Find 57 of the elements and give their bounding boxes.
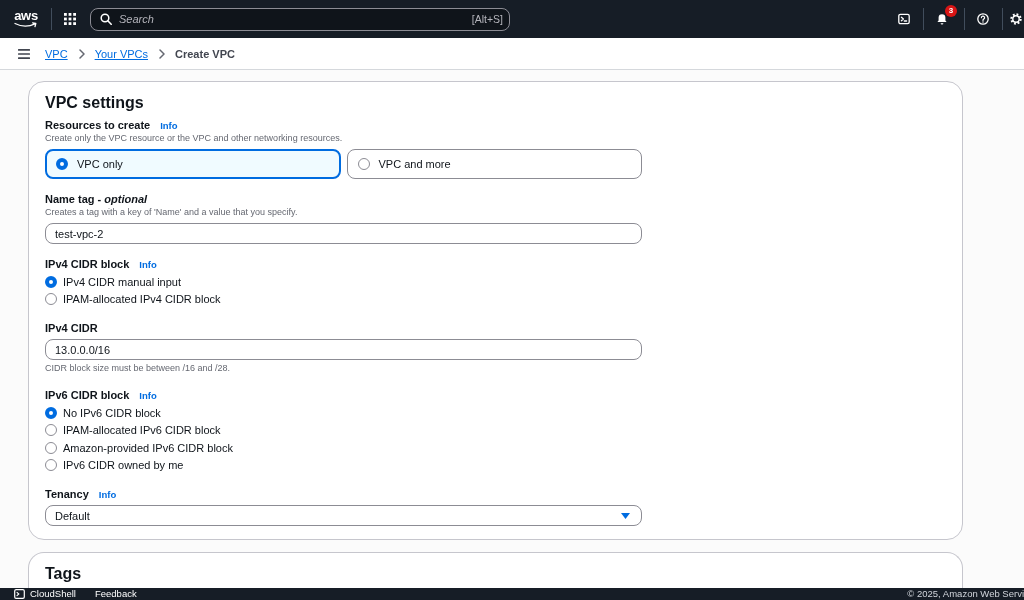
radio-option[interactable]: IPAM-allocated IPv6 CIDR block <box>45 421 221 439</box>
field-label: Name tag - optional <box>45 193 148 206</box>
radio-icon[interactable] <box>45 406 57 419</box>
caret-down-icon <box>621 512 630 519</box>
breadcrumb-link[interactable]: Your VPCs <box>94 47 149 60</box>
cloudshell-link[interactable]: CloudShell <box>30 588 76 600</box>
card-title: Tags <box>45 564 82 584</box>
text-field[interactable]: test-vpc-2 <box>45 223 642 244</box>
info-link[interactable]: Info <box>98 488 117 501</box>
field-label: IPv4 CIDR block <box>45 258 130 271</box>
chevron-right-icon <box>159 48 166 59</box>
radio-icon[interactable] <box>45 424 57 437</box>
field-description: Create only the VPC resource or the VPC and other networking resources. <box>45 132 343 145</box>
radio-option[interactable]: Amazon-provided IPv6 CIDR block <box>45 439 233 457</box>
radio-icon <box>357 158 370 170</box>
radio-icon[interactable] <box>45 441 57 454</box>
text-field[interactable]: 13.0.0.0/16 <box>45 339 642 360</box>
option-tile[interactable]: VPC only <box>45 149 341 179</box>
search-field[interactable]: Search [Alt+S] <box>90 7 510 31</box>
menu-icon[interactable] <box>18 48 30 59</box>
info-link[interactable]: Info <box>160 119 178 132</box>
radio-option[interactable]: IPv6 CIDR owned by me <box>45 456 184 474</box>
terminal-icon[interactable] <box>14 589 25 599</box>
notification-badge: 3 <box>945 5 957 17</box>
breadcrumb-link[interactable]: VPC <box>45 47 68 60</box>
settings-icon[interactable] <box>1010 13 1022 25</box>
field-label: IPv4 CIDR <box>45 322 98 335</box>
info-link[interactable]: Info <box>139 258 157 271</box>
bell-icon[interactable] <box>936 13 948 25</box>
field-description: Creates a tag with a key of 'Name' and a value that you specify. <box>45 206 298 219</box>
shortcut-hint: [Alt+S] <box>471 13 503 25</box>
logo-text[interactable]: aws <box>14 10 38 22</box>
option-tile[interactable]: VPC and more <box>346 149 642 179</box>
breadcrumb-current: Create VPC <box>175 47 235 60</box>
field-label: Tenancy <box>45 488 89 501</box>
help-icon[interactable] <box>977 13 989 25</box>
terminal-icon[interactable] <box>898 13 910 25</box>
card-title: VPC settings <box>45 93 144 113</box>
chevron-right-icon <box>78 48 85 59</box>
radio-icon[interactable] <box>45 293 57 306</box>
field-label: Resources to create <box>45 119 151 132</box>
select-field[interactable]: Default <box>45 505 642 526</box>
radio-icon[interactable] <box>45 459 57 472</box>
search-input[interactable]: Search <box>119 11 472 27</box>
radio-option[interactable]: IPv4 CIDR manual input <box>45 273 181 291</box>
radio-icon[interactable] <box>45 275 57 288</box>
smile-arrow-icon <box>14 22 38 28</box>
info-link[interactable]: Info <box>139 389 157 402</box>
field-label: IPv6 CIDR block <box>45 389 130 402</box>
radio-option[interactable]: IPAM-allocated IPv4 CIDR block <box>45 290 221 308</box>
radio-option[interactable]: No IPv6 CIDR block <box>45 404 161 422</box>
feedback-link[interactable]: Feedback <box>94 588 137 600</box>
field-hint: CIDR block size must be between /16 and /28. <box>45 362 231 375</box>
search-icon <box>100 13 112 25</box>
copyright-text: © 2025, Amazon Web Servi <box>907 588 1024 600</box>
grid-icon[interactable] <box>64 13 76 25</box>
radio-icon <box>56 158 68 170</box>
